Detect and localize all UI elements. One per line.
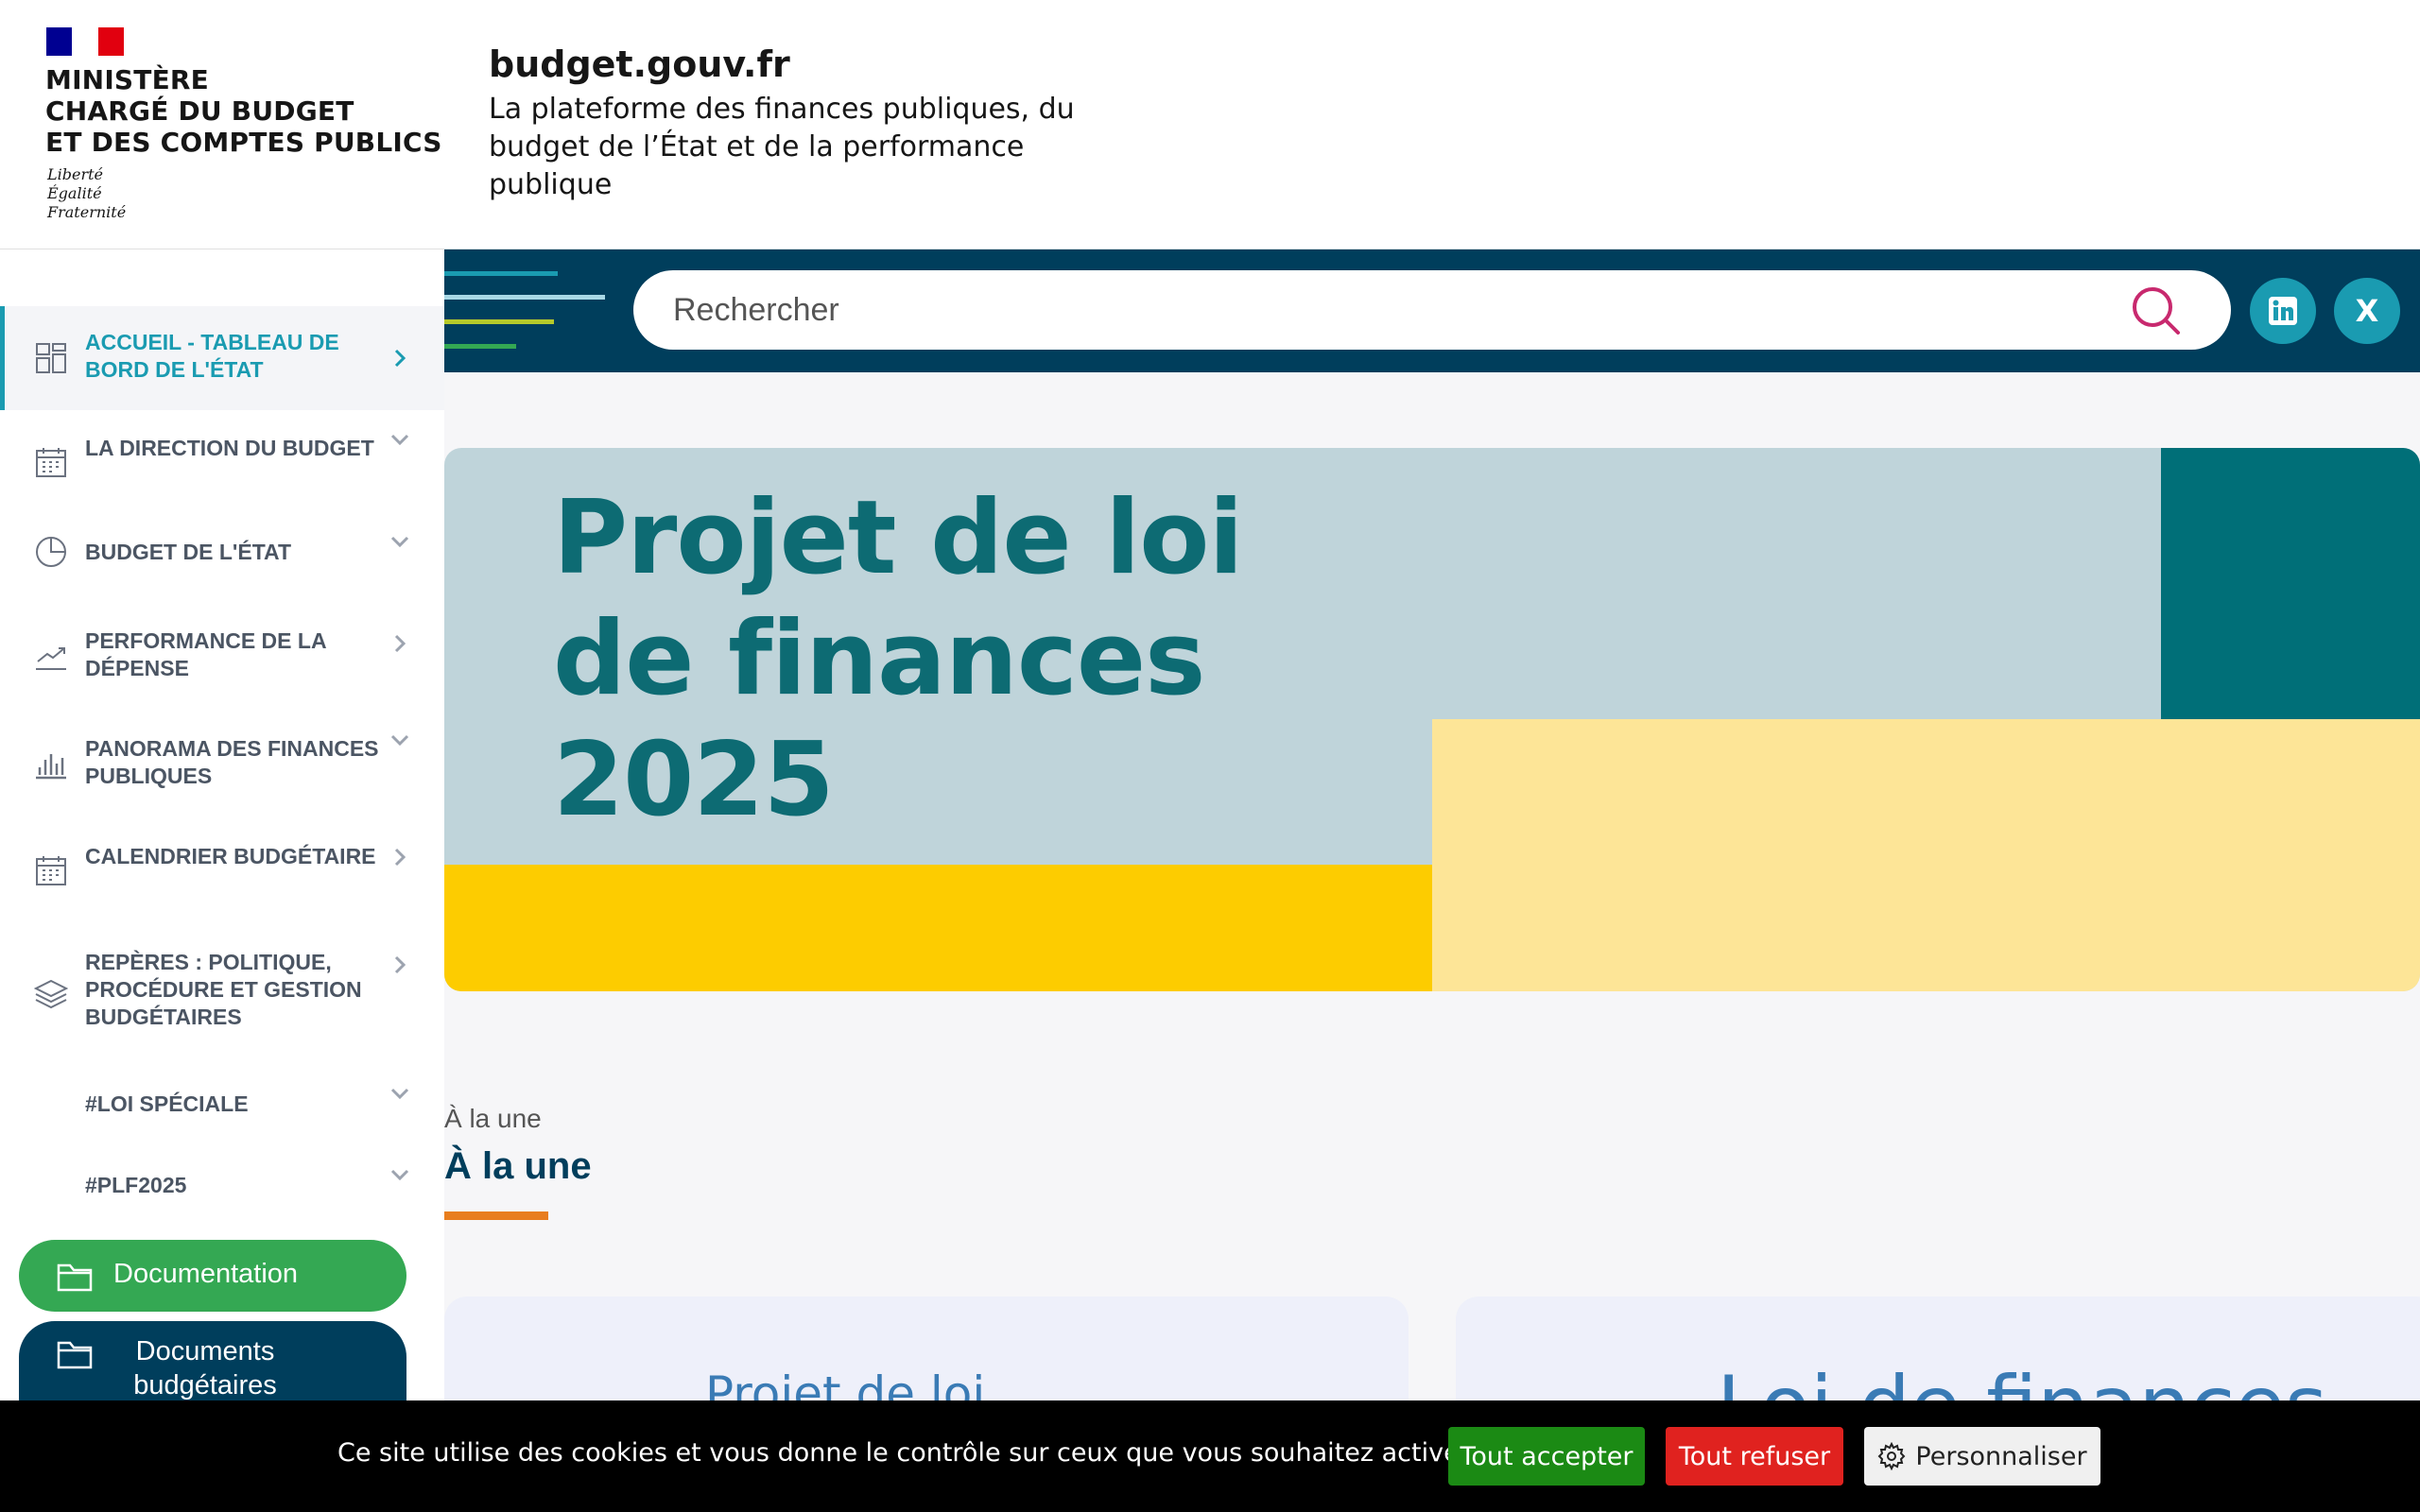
- section-kicker: À la une: [444, 1104, 542, 1133]
- x-icon: X: [2355, 293, 2379, 329]
- motto-line: Liberté: [47, 165, 103, 183]
- chevron-down-icon: [390, 434, 409, 446]
- chevron-right-icon: [394, 848, 406, 867]
- banner-pale-yellow-block: [1432, 719, 2420, 991]
- linkedin-icon: [2269, 297, 2297, 325]
- folder-icon: [57, 1263, 93, 1292]
- sidebar-item-panorama[interactable]: PANORAMA DES FINANCES PUBLIQUES: [0, 716, 444, 811]
- bar-chart-icon: [36, 754, 66, 780]
- banner-title: Projet de loi de finances 2025: [553, 478, 1404, 841]
- sidebar-item-label: CALENDRIER BUDGÉTAIRE: [85, 844, 376, 868]
- sidebar-item-label: #LOI SPÉCIALE: [85, 1091, 249, 1116]
- ministry-line: ET DES COMPTES PUBLICS: [45, 127, 442, 158]
- cookie-text: Ce site utilise des cookies et vous donn…: [337, 1438, 1470, 1468]
- dashboard-icon: [36, 343, 66, 373]
- republic-flag-logo[interactable]: [46, 27, 124, 56]
- decorative-line: [444, 295, 605, 300]
- site-name-link[interactable]: budget.gouv.fr: [489, 43, 790, 85]
- search-input[interactable]: [673, 284, 2091, 336]
- site-header: MINISTÈRE CHARGÉ DU BUDGET ET DES COMPTE…: [0, 0, 2420, 249]
- sidebar-item-label: ACCUEIL - TABLEAU DE BORD DE L'ÉTAT: [85, 330, 339, 382]
- section-title: À la une: [444, 1145, 592, 1187]
- chevron-down-icon: [390, 1088, 409, 1100]
- x-twitter-button[interactable]: X: [2334, 278, 2400, 344]
- documentation-button[interactable]: Documentation: [19, 1240, 406, 1312]
- motto-line: Égalité: [47, 184, 102, 202]
- sidebar-item-label: BUDGET DE L'ÉTAT: [85, 540, 291, 564]
- site-tagline: La plateforme des finances publiques, du…: [489, 93, 1075, 201]
- documentation-label: Documentation: [113, 1259, 299, 1289]
- sidebar-item-label: PANORAMA DES FINANCES PUBLIQUES: [85, 736, 379, 788]
- sidebar-item-calendrier[interactable]: CALENDRIER BUDGÉTAIRE: [0, 824, 444, 919]
- customize-label: Personnaliser: [1915, 1441, 2087, 1471]
- customize-button[interactable]: Personnaliser: [1864, 1427, 2100, 1486]
- sidebar-item-label: PERFORMANCE DE LA DÉPENSE: [85, 628, 326, 680]
- decorative-line: [444, 344, 516, 349]
- sidebar-item-loi-speciale[interactable]: #LOI SPÉCIALE: [0, 1068, 444, 1140]
- chevron-down-icon: [390, 1169, 409, 1181]
- search-icon[interactable]: [2129, 284, 2182, 336]
- sidebar-item-label: REPÈRES : POLITIQUE, PROCÉDURE ET GESTIO…: [85, 950, 362, 1029]
- sidebar-item-label: #PLF2025: [85, 1173, 187, 1197]
- section-title-underline: [444, 1211, 548, 1220]
- pie-chart-icon: [36, 537, 66, 567]
- sidebar-item-label: LA DIRECTION DU BUDGET: [85, 436, 374, 460]
- decorative-line: [444, 319, 554, 324]
- chevron-right-icon: [394, 634, 406, 653]
- sidebar-item-direction[interactable]: LA DIRECTION DU BUDGET: [0, 416, 444, 510]
- hero-banner[interactable]: Projet de loi de finances 2025: [444, 448, 2420, 991]
- cookie-banner: Ce site utilise des cookies et vous donn…: [0, 1400, 2420, 1512]
- banner-teal-block: [2161, 448, 2420, 719]
- gear-icon: [1877, 1442, 1906, 1470]
- folder-icon: [57, 1341, 93, 1369]
- accept-all-button[interactable]: Tout accepter: [1448, 1427, 1645, 1486]
- sidebar-item-accueil[interactable]: ACCUEIL - TABLEAU DE BORD DE L'ÉTAT: [0, 306, 444, 410]
- calendar-icon: [36, 856, 66, 885]
- ministry-name[interactable]: MINISTÈRE CHARGÉ DU BUDGET ET DES COMPTE…: [45, 64, 442, 158]
- banner-yellow-block: [444, 865, 1432, 991]
- search-bar: [633, 270, 2231, 350]
- chevron-right-icon: [394, 349, 406, 368]
- ministry-line: CHARGÉ DU BUDGET: [45, 95, 354, 127]
- refuse-all-button[interactable]: Tout refuser: [1666, 1427, 1843, 1486]
- chevron-down-icon: [390, 536, 409, 548]
- sidebar-item-budget-etat[interactable]: BUDGET DE L'ÉTAT: [0, 516, 444, 588]
- chevron-down-icon: [390, 734, 409, 747]
- republic-motto: Liberté Égalité Fraternité: [47, 165, 126, 222]
- linkedin-button[interactable]: [2250, 278, 2316, 344]
- layers-icon: [34, 979, 68, 1009]
- documents-budgetaires-label: Documents budgétaires: [133, 1336, 277, 1400]
- trend-icon: [36, 647, 66, 670]
- chevron-right-icon: [394, 955, 406, 974]
- motto-line: Fraternité: [47, 203, 127, 221]
- banner-title-line: Projet de loi: [553, 479, 1244, 597]
- decorative-line: [444, 271, 558, 276]
- banner-title-line: de finances: [553, 600, 1205, 718]
- sidebar-item-plf2025[interactable]: #PLF2025: [0, 1149, 444, 1221]
- sidebar-item-performance[interactable]: PERFORMANCE DE LA DÉPENSE: [0, 609, 444, 703]
- sidebar-item-reperes[interactable]: REPÈRES : POLITIQUE, PROCÉDURE ET GESTIO…: [0, 930, 444, 1053]
- ministry-line: MINISTÈRE: [45, 64, 210, 95]
- calendar-icon: [36, 448, 66, 477]
- banner-title-line: 2025: [553, 721, 835, 839]
